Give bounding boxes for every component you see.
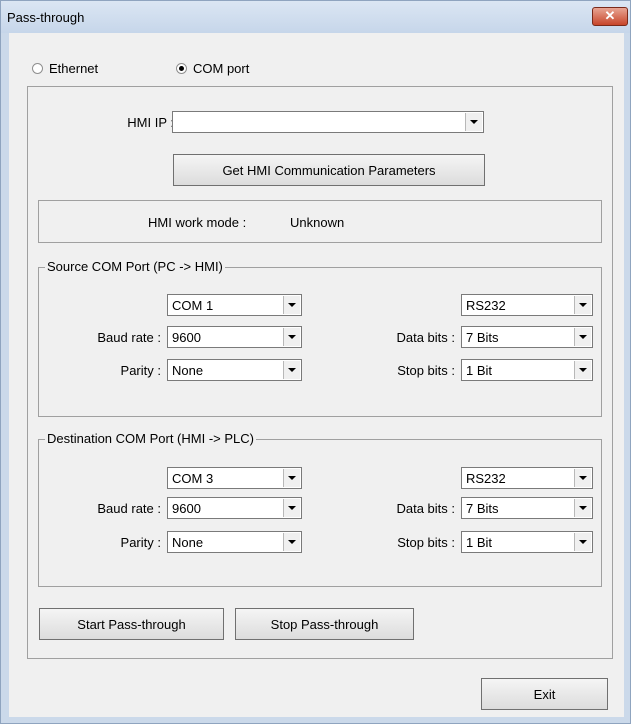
source-interface-combo[interactable]: RS232 (461, 294, 593, 316)
source-interface-value: RS232 (466, 298, 506, 313)
start-pass-through-label: Start Pass-through (77, 616, 186, 632)
com-port-panel: HMI IP : Get HMI Communication Parameter… (27, 86, 613, 659)
chevron-down-icon[interactable] (465, 113, 482, 131)
source-parity-value: None (172, 363, 204, 378)
exit-label: Exit (533, 686, 556, 702)
exit-button[interactable]: Exit (481, 678, 608, 710)
chevron-down-icon[interactable] (574, 296, 591, 314)
stop-pass-through-button[interactable]: Stop Pass-through (235, 608, 414, 640)
work-mode-value: Unknown (290, 215, 345, 230)
dialog-client-area: Ethernet COM port HMI IP : Get HMI Commu… (9, 33, 624, 717)
chevron-down-icon[interactable] (283, 328, 300, 346)
title-bar[interactable]: Pass-through ✕ (1, 1, 630, 33)
destination-databits-combo[interactable]: 7 Bits (461, 497, 593, 519)
destination-baud-value: 9600 (172, 501, 201, 516)
chevron-down-icon[interactable] (283, 533, 300, 551)
start-pass-through-button[interactable]: Start Pass-through (39, 608, 224, 640)
chevron-down-icon[interactable] (283, 499, 300, 517)
destination-com-groupbox: Destination COM Port (HMI -> PLC) COM 3 … (38, 431, 602, 587)
source-parity-combo[interactable]: None (167, 359, 302, 381)
destination-baud-label: Baud rate : (97, 501, 161, 516)
chevron-down-icon[interactable] (574, 328, 591, 346)
source-parity-label: Parity : (120, 363, 161, 378)
destination-interface-combo[interactable]: RS232 (461, 467, 593, 489)
source-databits-value: 7 Bits (466, 330, 499, 345)
destination-stopbits-label: Stop bits : (397, 535, 455, 550)
hmi-ip-label: HMI IP : (127, 115, 174, 130)
source-baud-combo[interactable]: 9600 (167, 326, 302, 348)
source-databits-label: Data bits : (396, 330, 455, 345)
destination-com-title: Destination COM Port (HMI -> PLC) (45, 431, 256, 446)
radio-ethernet-circle[interactable] (32, 62, 43, 74)
close-button[interactable]: ✕ (592, 7, 628, 26)
source-stopbits-label: Stop bits : (397, 363, 455, 378)
close-icon: ✕ (604, 8, 616, 23)
get-hmi-params-label: Get HMI Communication Parameters (222, 162, 436, 178)
destination-parity-label: Parity : (120, 535, 161, 550)
destination-port-combo[interactable]: COM 3 (167, 467, 302, 489)
window-title: Pass-through (7, 10, 85, 25)
hmi-ip-combo[interactable] (172, 111, 484, 133)
get-hmi-params-button[interactable]: Get HMI Communication Parameters (173, 154, 485, 186)
chevron-down-icon[interactable] (574, 499, 591, 517)
radio-com-port-label: COM port (193, 60, 250, 76)
source-baud-label: Baud rate : (97, 330, 161, 345)
work-mode-box: HMI work mode : Unknown (38, 200, 602, 243)
destination-interface-value: RS232 (466, 471, 506, 486)
chevron-down-icon[interactable] (574, 533, 591, 551)
chevron-down-icon[interactable] (574, 361, 591, 379)
radio-ethernet-label: Ethernet (49, 60, 99, 76)
destination-port-value: COM 3 (172, 471, 214, 486)
destination-stopbits-value: 1 Bit (466, 535, 493, 550)
source-com-title: Source COM Port (PC -> HMI) (45, 259, 225, 274)
destination-databits-value: 7 Bits (466, 501, 499, 516)
chevron-down-icon[interactable] (283, 296, 300, 314)
destination-parity-combo[interactable]: None (167, 531, 302, 553)
source-stopbits-value: 1 Bit (466, 363, 493, 378)
source-baud-value: 9600 (172, 330, 201, 345)
source-port-value: COM 1 (172, 298, 214, 313)
work-mode-label: HMI work mode : (148, 215, 247, 230)
source-databits-combo[interactable]: 7 Bits (461, 326, 593, 348)
source-stopbits-combo[interactable]: 1 Bit (461, 359, 593, 381)
destination-baud-combo[interactable]: 9600 (167, 497, 302, 519)
chevron-down-icon[interactable] (283, 469, 300, 487)
destination-stopbits-combo[interactable]: 1 Bit (461, 531, 593, 553)
pass-through-window: Pass-through ✕ Ethernet COM port HMI IP … (0, 0, 631, 724)
stop-pass-through-label: Stop Pass-through (270, 616, 379, 632)
radio-com-port[interactable]: COM port (176, 60, 249, 76)
radio-ethernet[interactable]: Ethernet (32, 60, 98, 76)
source-com-groupbox: Source COM Port (PC -> HMI) COM 1 RS232 … (38, 259, 602, 417)
chevron-down-icon[interactable] (283, 361, 300, 379)
destination-databits-label: Data bits : (396, 501, 455, 516)
destination-parity-value: None (172, 535, 204, 550)
source-port-combo[interactable]: COM 1 (167, 294, 302, 316)
radio-com-port-circle[interactable] (176, 62, 187, 74)
chevron-down-icon[interactable] (574, 469, 591, 487)
